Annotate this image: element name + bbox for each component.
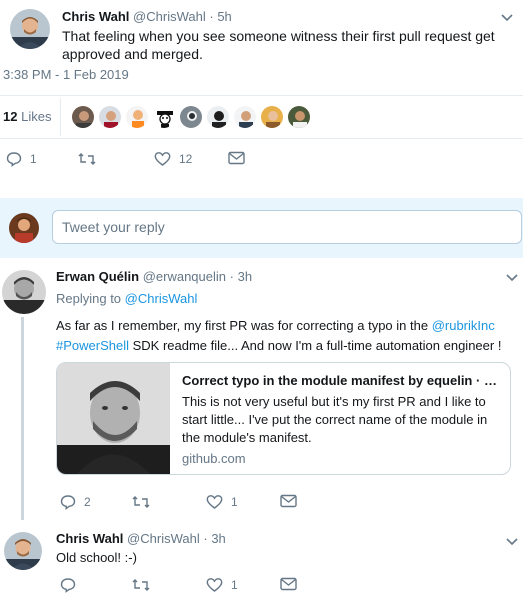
retweet-icon bbox=[78, 153, 96, 165]
retweet-icon bbox=[132, 496, 150, 508]
envelope-icon bbox=[280, 494, 297, 508]
reply-count: 2 bbox=[84, 495, 91, 509]
likes-count[interactable]: 12 Likes bbox=[3, 109, 51, 124]
tweet-time[interactable]: 3h bbox=[238, 269, 252, 284]
current-user-avatar[interactable] bbox=[9, 213, 39, 243]
separator-dot: · bbox=[203, 531, 208, 546]
reply-count: 1 bbox=[30, 152, 37, 166]
tweet-time[interactable]: 5h bbox=[217, 9, 231, 24]
envelope-icon bbox=[280, 577, 297, 591]
card-title: Correct typo in the module manifest by e… bbox=[182, 373, 502, 388]
retweet-button[interactable] bbox=[78, 151, 104, 167]
separator-dot: · bbox=[209, 9, 214, 24]
reply-box: Tweet your reply bbox=[0, 198, 523, 258]
mention-link[interactable]: @rubrikInc bbox=[432, 318, 495, 333]
author-avatar[interactable] bbox=[2, 270, 46, 314]
link-card[interactable]: Correct typo in the module manifest by e… bbox=[56, 362, 511, 475]
author-avatar[interactable] bbox=[10, 9, 50, 49]
likes-separator bbox=[60, 98, 61, 136]
replying-prefix: Replying to bbox=[56, 291, 122, 306]
like-button[interactable]: 12 bbox=[154, 151, 192, 167]
tweet-header: Erwan Quélin @erwanquelin · 3h bbox=[56, 269, 252, 284]
message-button[interactable] bbox=[228, 151, 253, 165]
tweet-header: Chris Wahl @ChrisWahl · 5h bbox=[62, 9, 232, 24]
liker-avatar-8[interactable] bbox=[260, 105, 284, 129]
divider bbox=[0, 138, 523, 139]
tweet-text: Old school! :-) bbox=[56, 550, 137, 565]
likes-row: 12 Likes bbox=[0, 96, 523, 138]
likes-number: 12 bbox=[3, 109, 18, 124]
like-button[interactable]: 1 bbox=[206, 494, 238, 510]
author-handle[interactable]: @ChrisWahl bbox=[127, 531, 200, 546]
reply-input[interactable]: Tweet your reply bbox=[52, 210, 522, 244]
main-tweet: Chris Wahl @ChrisWahl · 5h That feeling … bbox=[0, 0, 523, 198]
like-button[interactable]: 1 bbox=[206, 577, 238, 593]
tweet-actions: 1 bbox=[60, 577, 360, 597]
like-count: 1 bbox=[231, 495, 238, 509]
tweet-timestamp[interactable]: 3:38 PM - 1 Feb 2019 bbox=[3, 67, 129, 82]
heart-icon bbox=[154, 152, 171, 166]
author-name[interactable]: Erwan Quélin bbox=[56, 269, 139, 284]
like-count: 1 bbox=[231, 578, 238, 592]
liker-avatar-1[interactable] bbox=[71, 105, 95, 129]
replying-to: Replying to @ChrisWahl bbox=[56, 291, 197, 306]
tweet-text-part2: SDK readme file... And now I'm a full-ti… bbox=[129, 338, 502, 353]
reply-icon bbox=[60, 578, 76, 593]
separator-dot: · bbox=[229, 269, 234, 284]
message-button[interactable] bbox=[280, 577, 305, 591]
liker-avatar-9[interactable] bbox=[287, 105, 311, 129]
reply-tweet: Erwan Quélin @erwanquelin · 3h Replying … bbox=[0, 258, 523, 520]
tweet-text: As far as I remember, my first PR was fo… bbox=[56, 316, 512, 356]
reply-button[interactable]: 2 bbox=[60, 494, 91, 510]
reply-icon bbox=[6, 152, 22, 167]
liker-avatar-4[interactable] bbox=[152, 105, 176, 129]
author-name[interactable]: Chris Wahl bbox=[56, 531, 123, 546]
card-description: This is not very useful but it's my firs… bbox=[182, 394, 488, 445]
chevron-down-icon[interactable] bbox=[500, 10, 514, 24]
author-avatar[interactable] bbox=[4, 532, 42, 570]
like-count: 12 bbox=[179, 152, 193, 166]
liker-avatar-7[interactable] bbox=[233, 105, 257, 129]
tweet-text: That feeling when you see someone witnes… bbox=[62, 28, 495, 62]
heart-icon bbox=[206, 578, 223, 592]
author-handle[interactable]: @erwanquelin bbox=[143, 269, 226, 284]
envelope-icon bbox=[228, 151, 245, 165]
card-domain: github.com bbox=[182, 451, 246, 466]
tweet-text-part1: As far as I remember, my first PR was fo… bbox=[56, 318, 432, 333]
liker-avatar-6[interactable] bbox=[206, 105, 230, 129]
reply-icon bbox=[60, 495, 76, 510]
tweet-actions: 1 12 bbox=[6, 151, 306, 171]
tweet-time[interactable]: 3h bbox=[211, 531, 225, 546]
reply-tweet: Chris Wahl @ChrisWahl · 3h Old school! :… bbox=[0, 520, 523, 600]
tweet-header: Chris Wahl @ChrisWahl · 3h bbox=[56, 531, 226, 546]
reply-button[interactable]: 1 bbox=[6, 151, 37, 167]
tweet-actions: 2 1 bbox=[60, 494, 360, 514]
retweet-icon bbox=[132, 579, 150, 591]
liker-avatar-3[interactable] bbox=[125, 105, 149, 129]
liker-avatar-5[interactable] bbox=[179, 105, 203, 129]
reply-button[interactable] bbox=[60, 577, 84, 593]
likes-label: Likes bbox=[21, 109, 52, 124]
hashtag-link[interactable]: #PowerShell bbox=[56, 338, 129, 353]
thread-line bbox=[21, 317, 24, 527]
author-handle[interactable]: @ChrisWahl bbox=[133, 9, 206, 24]
card-image bbox=[57, 363, 170, 474]
retweet-button[interactable] bbox=[132, 577, 158, 593]
retweet-button[interactable] bbox=[132, 494, 158, 510]
message-button[interactable] bbox=[280, 494, 305, 508]
chevron-down-icon[interactable] bbox=[505, 534, 519, 548]
author-name[interactable]: Chris Wahl bbox=[62, 9, 129, 24]
liker-avatar-2[interactable] bbox=[98, 105, 122, 129]
chevron-down-icon[interactable] bbox=[505, 270, 519, 284]
heart-icon bbox=[206, 495, 223, 509]
replying-to-handle[interactable]: @ChrisWahl bbox=[125, 291, 198, 306]
